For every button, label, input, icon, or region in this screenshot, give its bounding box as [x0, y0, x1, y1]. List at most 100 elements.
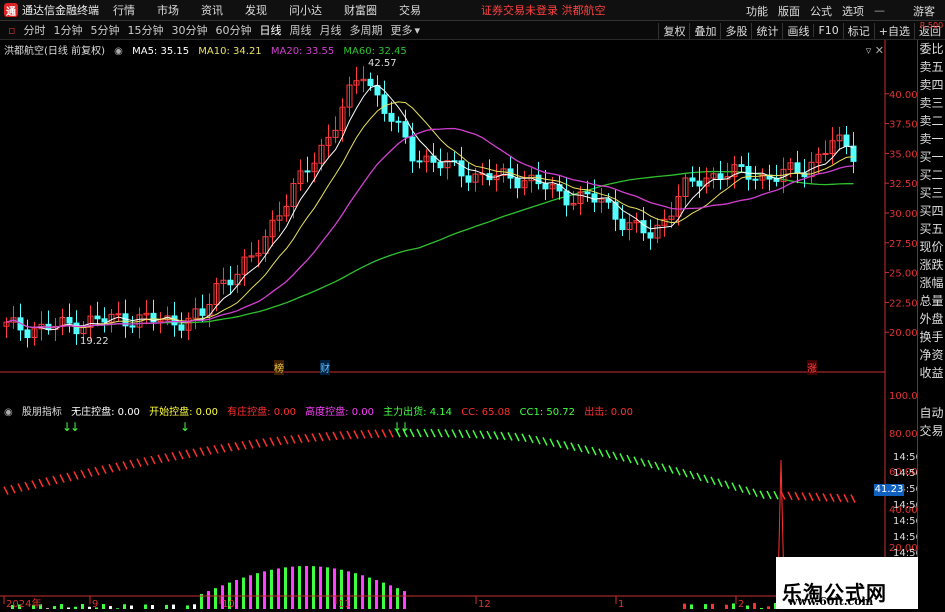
sidebar-item-13[interactable]: 涨幅 — [918, 274, 945, 292]
sidebar-item-9[interactable]: 买四 — [918, 202, 945, 220]
tool-multi-stock[interactable]: 多股 — [720, 22, 751, 39]
sidebar-item-0[interactable]: 委比 — [918, 40, 945, 58]
period-more-chevron-icon[interactable]: ▾ — [414, 24, 420, 37]
tool-add-favorite[interactable]: +自选 — [873, 22, 914, 39]
cc-tick — [717, 478, 723, 488]
menu-item-news[interactable]: 资讯 — [201, 2, 223, 18]
menu-item-discover[interactable]: 发现 — [245, 2, 267, 18]
tool-overlay[interactable]: 叠加 — [689, 22, 720, 39]
sidebar-item-19[interactable]: 自动 — [918, 404, 945, 422]
chart-area[interactable]: ↓ ↓ ↓ ↓ ↓ 40.00 37.50 35.00 32.50 30.00 27.50 25.0… — [0, 40, 922, 612]
cc-tick — [129, 459, 135, 469]
tool-f10[interactable]: F10 — [813, 24, 842, 37]
menu-item-wealth[interactable]: 财富圈 — [344, 2, 377, 18]
hist-bar-up — [284, 567, 287, 612]
sidebar-item-10[interactable]: 买五 — [918, 220, 945, 238]
date-tick-label: 2 — [738, 599, 744, 609]
sidebar-item-7[interactable]: 买二 — [918, 166, 945, 184]
login-notice[interactable]: 证券交易未登录 洪都航空 — [481, 2, 606, 18]
cc-tick — [829, 493, 835, 503]
ind-value-a: 无庄控盘: 0.00 — [71, 407, 140, 418]
cc-tick — [290, 435, 296, 444]
minimize-icon[interactable]: — — [874, 4, 885, 17]
period-15min[interactable]: 15分钟 — [127, 22, 163, 38]
price-tick-label: 25.00 — [889, 269, 918, 280]
candle-down — [647, 232, 654, 239]
tool-mark[interactable]: 标记 — [842, 22, 874, 39]
period-30min[interactable]: 30分钟 — [171, 22, 207, 38]
menu-item-formula[interactable]: 公式 — [810, 3, 832, 19]
candle-down — [794, 162, 801, 174]
sidebar-item-15[interactable]: 外盘 — [918, 310, 945, 328]
cc-tick — [668, 465, 674, 474]
menu-item-markets[interactable]: 市场 — [157, 2, 179, 18]
sidebar-item-1[interactable]: 卖五 — [918, 58, 945, 76]
sidebar-item-11[interactable]: 现价 — [918, 238, 945, 256]
menu-item-layout[interactable]: 版面 — [778, 3, 800, 19]
ind-value-d: 高度控盘: 0.00 — [305, 407, 374, 418]
candle-down — [717, 173, 724, 180]
menu-item-trade[interactable]: 交易 — [399, 2, 421, 18]
tool-stats[interactable]: 统计 — [751, 22, 782, 39]
sidebar-item-8[interactable]: 买三 — [918, 184, 945, 202]
period-60min[interactable]: 60分钟 — [215, 22, 251, 38]
period-more[interactable]: 更多 — [390, 22, 412, 38]
period-daily[interactable]: 日线 — [259, 22, 281, 38]
sidebar-item-16[interactable]: 换手 — [918, 328, 945, 346]
menu-item-ask[interactable]: 问小达 — [289, 2, 322, 18]
legend-settings-icon[interactable]: ◉ — [114, 46, 123, 57]
guest-login[interactable]: 游客 — [913, 3, 935, 19]
period-multi[interactable]: 多周期 — [349, 22, 382, 38]
hist-bar-up — [277, 568, 280, 612]
sidebar-item-20[interactable]: 交易 — [918, 422, 945, 440]
sidebar-item-4[interactable]: 卖二 — [918, 112, 945, 130]
period-5min[interactable]: 5分钟 — [90, 22, 119, 38]
period-intraday[interactable]: 分时 — [23, 22, 45, 38]
menu-item-options[interactable]: 选项 — [842, 3, 864, 19]
event-mark-rise[interactable]: 涨 — [807, 360, 817, 375]
cc-tick — [220, 443, 226, 453]
hist-bar-up — [753, 603, 756, 612]
sidebar-item-18[interactable]: 收益 — [918, 364, 945, 382]
sidebar-item-12[interactable]: 涨跌 — [918, 256, 945, 274]
tool-adjust[interactable]: 复权 — [658, 22, 689, 39]
cc-tick — [150, 455, 156, 465]
event-mark-list[interactable]: 榜 — [274, 360, 284, 375]
hist-bar-up — [690, 604, 693, 612]
cc-tick — [115, 462, 121, 472]
ma5-line — [6, 84, 854, 331]
period-weekly[interactable]: 周线 — [289, 22, 311, 38]
period-1min[interactable]: 1分钟 — [53, 22, 82, 38]
cc-tick — [605, 449, 611, 459]
event-mark-finance[interactable]: 财 — [320, 360, 330, 375]
sidebar-item-3[interactable]: 卖三 — [918, 94, 945, 112]
tool-draw-line[interactable]: 画线 — [782, 22, 813, 39]
indicator-settings-icon[interactable]: ◉ — [4, 407, 13, 418]
sidebar-item-6[interactable]: 买一 — [918, 148, 945, 166]
candle-down — [437, 161, 444, 169]
kline-chart[interactable]: ↓↓ ↓ ↓↓ 40.0037.5035.0032.5030.0027.5025.0… — [0, 40, 922, 612]
cc-tick — [465, 429, 471, 439]
app-logo-icon: 通 — [4, 3, 18, 18]
menu-item-market[interactable]: 行情 — [113, 2, 135, 18]
ind-value-e: 主力出货: 4.14 — [383, 407, 452, 418]
sidebar-item-14[interactable]: 总量 — [918, 292, 945, 310]
chart-options-icons[interactable]: ▿ ✕ — [866, 44, 884, 57]
hist-bar-up — [256, 573, 259, 612]
cc-tick — [794, 491, 800, 501]
candle-up — [822, 153, 829, 156]
ma60-line — [6, 170, 854, 328]
sidebar-item-17[interactable]: 净资 — [918, 346, 945, 364]
cc-tick — [731, 482, 737, 492]
cc-tick — [521, 433, 527, 443]
menu-item-function[interactable]: 功能 — [746, 3, 768, 19]
hist-bar-up — [375, 580, 378, 612]
toolbar-square-icon[interactable]: ▫ — [8, 24, 15, 37]
sidebar-item-5[interactable]: 卖一 — [918, 130, 945, 148]
cc-tick — [52, 475, 58, 485]
candle-down — [199, 308, 206, 316]
cc-tick — [458, 429, 464, 439]
period-monthly[interactable]: 月线 — [319, 22, 341, 38]
cc-tick — [661, 463, 667, 473]
sidebar-item-2[interactable]: 卖四 — [918, 76, 945, 94]
